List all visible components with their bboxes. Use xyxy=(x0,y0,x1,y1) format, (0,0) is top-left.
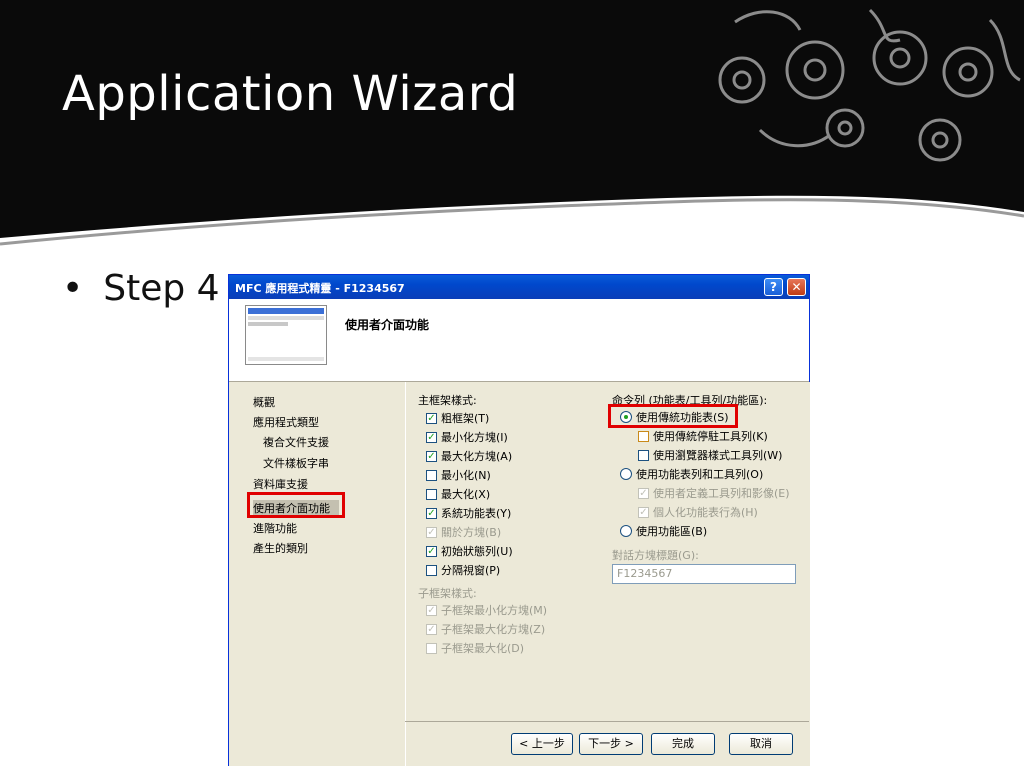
nav-item-overview[interactable]: 概觀 xyxy=(253,394,275,410)
option-thick-frame[interactable]: ✓ 粗框架(T) xyxy=(426,410,489,426)
checkbox-icon[interactable] xyxy=(638,430,649,442)
option-user-defined-toolbar: ✓ 使用者定義工具列和影像(E) xyxy=(638,487,790,500)
highlight-box-option xyxy=(608,404,738,428)
checkbox-icon[interactable]: ✓ xyxy=(426,431,437,443)
checkbox-icon[interactable]: ✓ xyxy=(426,507,437,519)
checkbox-icon[interactable] xyxy=(426,564,437,576)
help-button[interactable]: ? xyxy=(764,278,783,296)
checkbox-icon[interactable] xyxy=(426,488,437,500)
cancel-button[interactable]: 取消 xyxy=(729,733,793,755)
footer-divider xyxy=(405,721,809,722)
nav-item-generated-classes[interactable]: 產生的類別 xyxy=(253,540,308,556)
checkbox-icon xyxy=(426,642,437,654)
option-minimize-box[interactable]: ✓ 最小化方塊(I) xyxy=(426,429,508,445)
checkbox-icon[interactable] xyxy=(426,469,437,481)
option-child-maximize-box: ✓ 子框架最大化方塊(Z) xyxy=(426,623,546,636)
checkbox-icon[interactable]: ✓ xyxy=(426,450,437,462)
child-frame-label: 子框架樣式: xyxy=(418,587,477,600)
finish-button[interactable]: 完成 xyxy=(651,733,715,755)
option-child-minimize-box: ✓ 子框架最小化方塊(M) xyxy=(426,604,548,617)
mfc-wizard-dialog: MFC 應用程式精靈 - F1234567 ? ✕ 使用者介面功能 概觀 應用程… xyxy=(228,274,810,766)
nav-item-application-type[interactable]: 應用程式類型 xyxy=(253,414,319,430)
nav-item-database-support[interactable]: 資料庫支援 xyxy=(253,476,308,492)
option-classic-docking-toolbar[interactable]: 使用傳統停駐工具列(K) xyxy=(638,428,768,444)
checkbox-icon: ✓ xyxy=(638,506,649,518)
checkbox-icon: ✓ xyxy=(426,623,437,635)
checkbox-icon[interactable]: ✓ xyxy=(426,412,437,424)
checkbox-icon: ✓ xyxy=(426,526,437,538)
next-button[interactable]: 下一步 > xyxy=(579,733,643,755)
dialog-header: 使用者介面功能 xyxy=(229,299,809,382)
option-initial-status-bar[interactable]: ✓ 初始狀態列(U) xyxy=(426,543,513,559)
bullet-icon: • xyxy=(62,268,84,309)
wizard-content: 主框架樣式: ✓ 粗框架(T) ✓ 最小化方塊(I) ✓ 最大化方塊(A) 最小化(N… xyxy=(405,382,810,766)
nav-item-document-template[interactable]: 文件樣板字串 xyxy=(263,455,329,471)
option-browser-toolbar[interactable]: 使用瀏覽器樣式工具列(W) xyxy=(638,447,782,463)
dialog-caption-label: 對話方塊標題(G): xyxy=(612,549,699,562)
checkbox-icon[interactable]: ✓ xyxy=(426,545,437,557)
option-about-box: ✓ 關於方塊(B) xyxy=(426,526,502,539)
option-child-maximized: 子框架最大化(D) xyxy=(426,640,524,656)
dialog-caption-field[interactable]: F1234567 xyxy=(612,564,796,584)
option-maximized[interactable]: 最大化(X) xyxy=(426,486,490,502)
bullet-text: Step 4 xyxy=(103,268,220,309)
radio-ribbon[interactable]: 使用功能區(B) xyxy=(620,523,707,539)
nav-item-advanced-features[interactable]: 進階功能 xyxy=(253,520,297,536)
back-button[interactable]: < 上一步 xyxy=(511,733,573,755)
radio-menubar-toolbar[interactable]: 使用功能表列和工具列(O) xyxy=(620,466,763,482)
bullet-point: • Step 4 xyxy=(62,268,220,309)
wizard-nav: 概觀 應用程式類型 複合文件支援 文件樣板字串 資料庫支援 使用者介面功能 進階… xyxy=(229,382,405,766)
close-button[interactable]: ✕ xyxy=(787,278,806,296)
dialog-titlebar[interactable]: MFC 應用程式精靈 - F1234567 ? ✕ xyxy=(229,275,809,299)
checkbox-icon[interactable] xyxy=(638,449,649,461)
page-heading: 使用者介面功能 xyxy=(345,318,430,332)
highlight-box-nav xyxy=(247,492,345,518)
dialog-title: MFC 應用程式精靈 - F1234567 xyxy=(235,282,405,295)
window-preview-icon xyxy=(245,305,327,365)
option-system-menu[interactable]: ✓ 系統功能表(Y) xyxy=(426,505,511,521)
slide-title: Application Wizard xyxy=(62,66,519,122)
option-personalized-menu: ✓ 個人化功能表行為(H) xyxy=(638,506,758,519)
radio-icon[interactable] xyxy=(620,525,632,537)
slide-header-banner xyxy=(0,0,1024,246)
option-maximize-box[interactable]: ✓ 最大化方塊(A) xyxy=(426,448,512,464)
radio-icon[interactable] xyxy=(620,468,632,480)
option-minimized[interactable]: 最小化(N) xyxy=(426,467,491,483)
main-frame-label: 主框架樣式: xyxy=(418,394,477,407)
checkbox-icon: ✓ xyxy=(426,604,437,616)
nav-item-compound-document[interactable]: 複合文件支援 xyxy=(263,434,329,450)
checkbox-icon: ✓ xyxy=(638,487,649,499)
option-split-window[interactable]: 分隔視窗(P) xyxy=(426,562,500,578)
